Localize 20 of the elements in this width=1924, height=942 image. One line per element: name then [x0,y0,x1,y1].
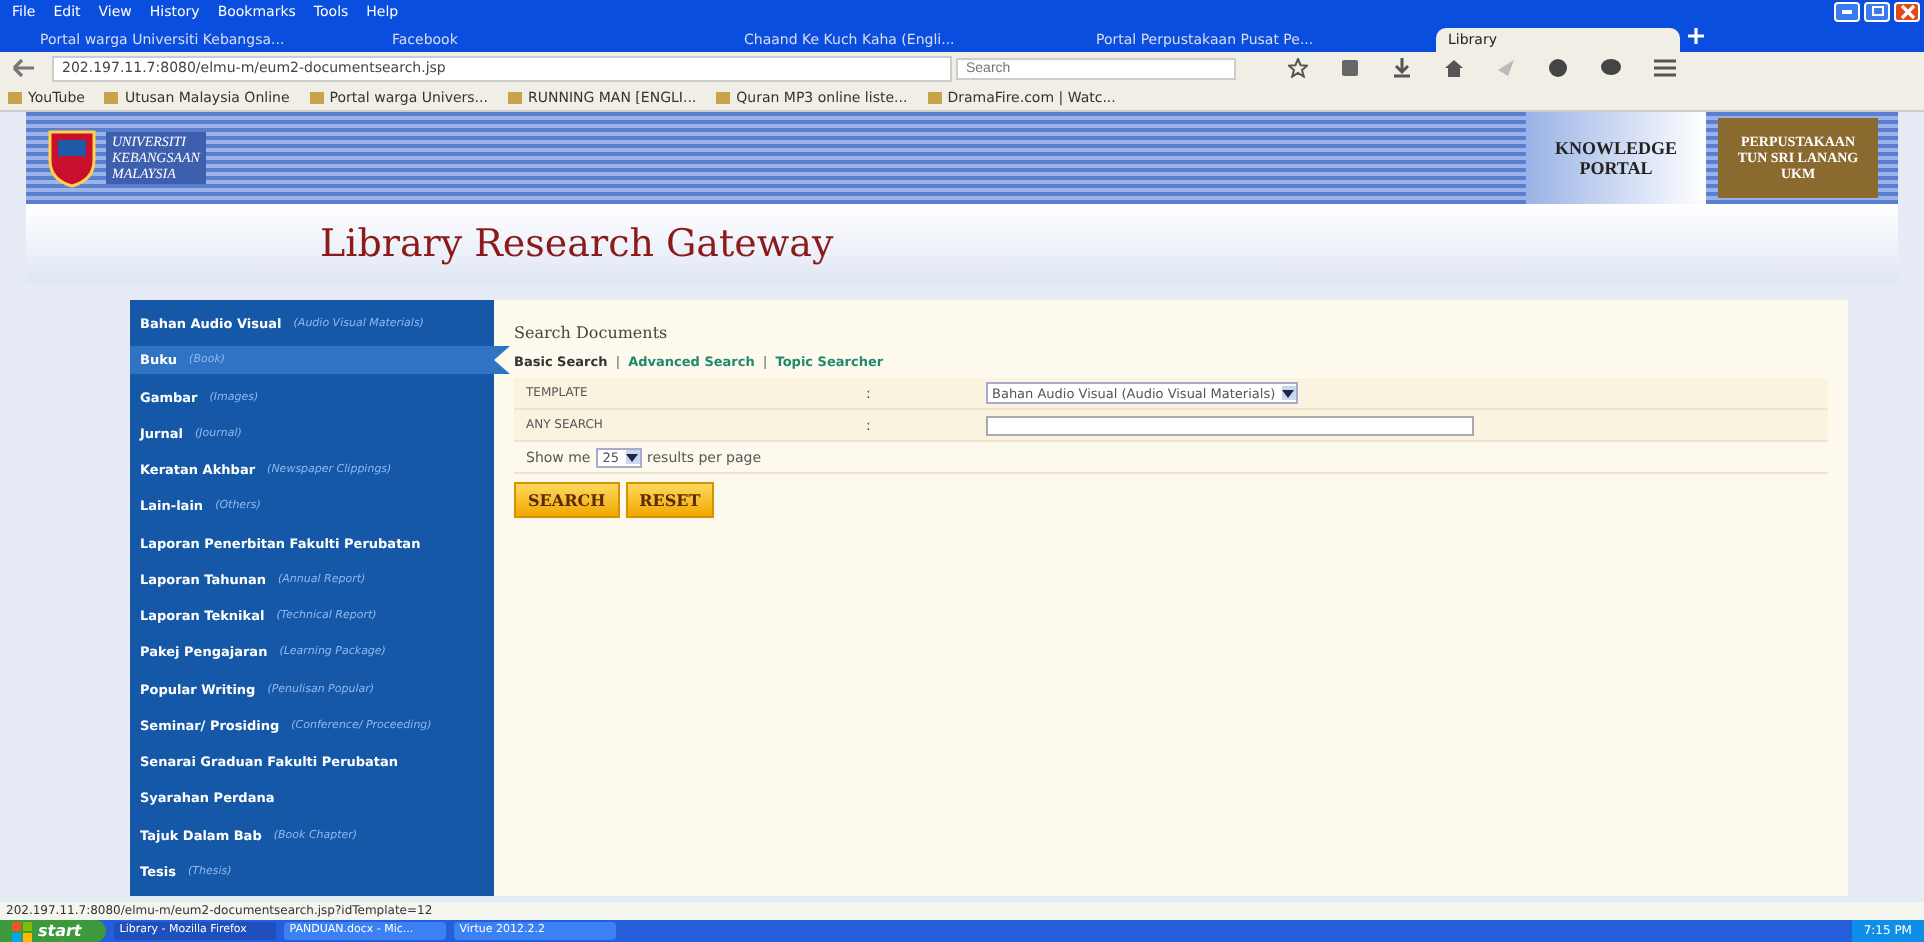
windows-flag-icon [12,921,32,941]
portal-logo: KNOWLEDGE PORTAL [1526,112,1706,204]
maximize-icon[interactable] [1864,1,1890,21]
new-tab-icon[interactable] [1688,27,1704,47]
crest-icon [46,128,98,188]
back-icon[interactable] [12,58,36,78]
start-button[interactable]: start [0,920,106,942]
search-input[interactable] [986,415,1474,435]
section-heading: Search Documents [514,324,670,342]
home-icon[interactable] [1444,58,1464,78]
close-icon[interactable] [1894,1,1920,21]
menu-icon[interactable] [1654,58,1676,78]
dropdown-arrow-icon [625,450,640,464]
reset-button[interactable]: RESET [625,482,715,518]
dropdown-arrow-icon [1281,386,1296,400]
page-title: Library Research Gateway [320,222,834,266]
star-icon[interactable] [1288,58,1308,78]
download-icon[interactable] [1392,58,1412,78]
minimize-icon[interactable] [1834,1,1860,21]
search-button[interactable]: SEARCH [514,482,620,518]
